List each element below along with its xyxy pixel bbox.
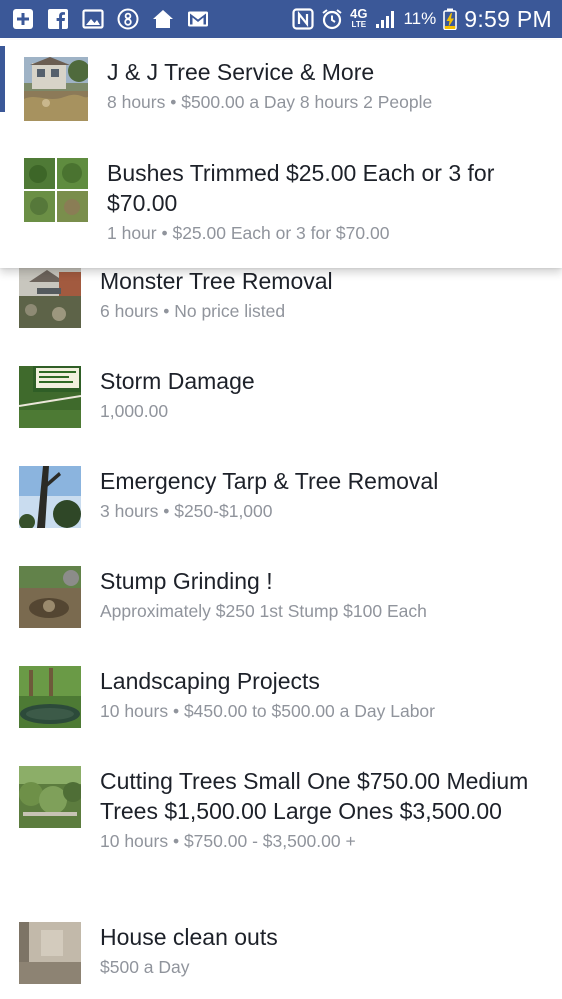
popup-item-subtitle: 1 hour • $25.00 Each or 3 for $70.00 (107, 223, 390, 243)
service-thumbnail (19, 922, 81, 984)
status-bar: 4G LTE 11% 9:59 PM (0, 0, 562, 38)
gmail-icon (187, 8, 209, 30)
service-title: Cutting Trees Small One $750.00 Medium T… (100, 768, 529, 824)
service-thumbnail (19, 766, 81, 828)
recent-services-popup: J & J Tree Service & More 8 hours • $500… (0, 40, 562, 268)
service-thumbnail (19, 266, 81, 328)
service-subtitle: 6 hours • No price listed (100, 301, 286, 321)
list-item-house-clean-outs[interactable]: House clean outs $500 a Day (19, 922, 549, 984)
service-title: Landscaping Projects (100, 668, 320, 694)
service-subtitle: 1,000.00 (100, 401, 169, 421)
service-title: Stump Grinding ! (100, 568, 273, 594)
service-title: Emergency Tarp & Tree Removal (100, 468, 439, 494)
notification-icons (12, 8, 209, 30)
system-status: 4G LTE 11% 9:59 PM (292, 6, 552, 33)
popup-item-bushes-trimmed[interactable]: Bushes Trimmed $25.00 Each or 3 for $70.… (24, 158, 557, 246)
service-subtitle: 10 hours • $750.00 - $3,500.00 + (100, 831, 356, 851)
battery-percent: 11% (403, 9, 437, 28)
service-thumbnail (19, 466, 81, 528)
list-item-storm-damage[interactable]: Storm Damage 1,000.00 (19, 366, 549, 428)
list-item-landscaping-projects[interactable]: Landscaping Projects 10 hours • $450.00 … (19, 666, 549, 728)
service-title: Monster Tree Removal (100, 268, 333, 294)
list-item-cutting-trees[interactable]: Cutting Trees Small One $750.00 Medium T… (19, 766, 549, 854)
home-icon (152, 8, 174, 30)
popup-item-title: Bushes Trimmed $25.00 Each or 3 for $70.… (107, 160, 495, 216)
service-thumbnail (19, 366, 81, 428)
list-item-emergency-tarp[interactable]: Emergency Tarp & Tree Removal 3 hours • … (19, 466, 549, 528)
service-title: Storm Damage (100, 368, 255, 394)
clock-time: 9:59 PM (464, 5, 552, 32)
service-thumbnail (24, 57, 88, 121)
list-item-stump-grinding[interactable]: Stump Grinding ! Approximately $250 1st … (19, 566, 549, 628)
vibrate-circle-icon (117, 8, 139, 30)
battery-charging-icon (443, 8, 458, 30)
service-subtitle: Approximately $250 1st Stump $100 Each (100, 601, 427, 621)
lte-icon: 4G LTE (350, 6, 368, 29)
service-subtitle: $500 a Day (100, 957, 190, 977)
popup-item-tree-service[interactable]: J & J Tree Service & More 8 hours • $500… (24, 57, 557, 121)
nfc-icon (292, 8, 314, 30)
service-subtitle: 10 hours • $450.00 to $500.00 a Day Labo… (100, 701, 435, 721)
service-title: House clean outs (100, 924, 278, 950)
service-thumbnail (19, 566, 81, 628)
service-subtitle: 3 hours • $250-$1,000 (100, 501, 273, 521)
service-thumbnail (24, 158, 88, 222)
selection-indicator (0, 46, 5, 112)
facebook-icon (47, 8, 69, 30)
popup-item-subtitle: 8 hours • $500.00 a Day 8 hours 2 People (107, 92, 433, 112)
signal-bars-icon (374, 8, 396, 30)
alarm-clock-icon (321, 8, 343, 30)
plus-square-icon (12, 8, 34, 30)
list-item-monster-tree-removal[interactable]: Monster Tree Removal 6 hours • No price … (19, 266, 549, 328)
image-icon (82, 8, 104, 30)
popup-item-title: J & J Tree Service & More (107, 59, 375, 85)
service-thumbnail (19, 666, 81, 728)
